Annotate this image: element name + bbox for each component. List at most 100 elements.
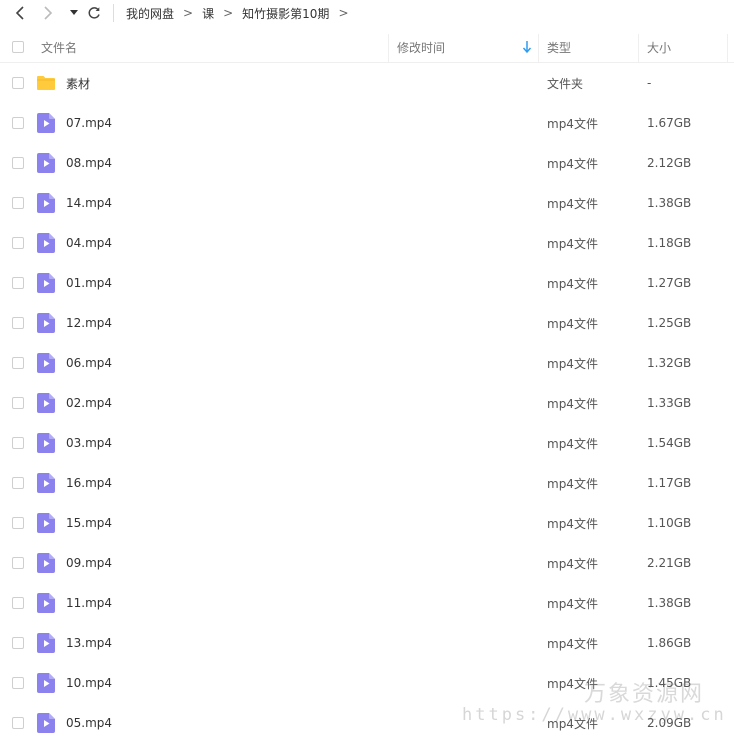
- file-size: 1.38GB: [647, 196, 692, 210]
- file-row[interactable]: 素材 文件夹 -: [0, 63, 734, 103]
- file-type: mp4文件: [547, 396, 598, 411]
- video-file-icon: [37, 153, 55, 173]
- row-checkbox[interactable]: [12, 557, 24, 569]
- file-name[interactable]: 10.mp4: [66, 663, 112, 703]
- file-type: mp4文件: [547, 316, 598, 331]
- row-checkbox[interactable]: [12, 397, 24, 409]
- file-type: mp4文件: [547, 116, 598, 131]
- file-row[interactable]: 08.mp4 mp4文件 2.12GB: [0, 143, 734, 183]
- video-file-icon: [37, 433, 55, 453]
- video-file-icon: [37, 193, 55, 213]
- row-checkbox[interactable]: [12, 277, 24, 289]
- refresh-icon: [88, 7, 100, 19]
- forward-button[interactable]: [38, 3, 58, 23]
- row-checkbox[interactable]: [12, 637, 24, 649]
- file-name[interactable]: 12.mp4: [66, 303, 112, 343]
- row-checkbox[interactable]: [12, 237, 24, 249]
- file-size: 1.25GB: [647, 316, 692, 330]
- breadcrumb-separator: >: [338, 6, 349, 20]
- file-name[interactable]: 01.mp4: [66, 263, 112, 303]
- file-size: 1.67GB: [647, 116, 692, 130]
- breadcrumb-item[interactable]: 课: [202, 5, 214, 22]
- watermark-title: 万象资源网: [584, 682, 705, 707]
- video-file-icon: [37, 553, 55, 573]
- file-row[interactable]: 07.mp4 mp4文件 1.67GB: [0, 103, 734, 143]
- file-size: 1.17GB: [647, 476, 692, 490]
- column-divider: [388, 34, 389, 62]
- caret-down-icon: [70, 10, 78, 15]
- file-size: 1.10GB: [647, 516, 692, 530]
- file-name[interactable]: 素材: [66, 63, 90, 103]
- select-all-checkbox[interactable]: [12, 41, 24, 53]
- file-name[interactable]: 07.mp4: [66, 103, 112, 143]
- file-name[interactable]: 13.mp4: [66, 623, 112, 663]
- video-file-icon: [37, 673, 55, 693]
- file-row[interactable]: 01.mp4 mp4文件 1.27GB: [0, 263, 734, 303]
- file-row[interactable]: 13.mp4 mp4文件 1.86GB: [0, 623, 734, 663]
- row-checkbox[interactable]: [12, 437, 24, 449]
- file-list-header: 文件名 修改时间 类型 大小: [0, 32, 734, 63]
- row-checkbox[interactable]: [12, 197, 24, 209]
- file-type: mp4文件: [547, 516, 598, 531]
- file-name[interactable]: 04.mp4: [66, 223, 112, 263]
- video-file-icon: [37, 313, 55, 333]
- row-checkbox[interactable]: [12, 597, 24, 609]
- video-file-icon: [37, 513, 55, 533]
- file-name[interactable]: 16.mp4: [66, 463, 112, 503]
- row-checkbox[interactable]: [12, 717, 24, 729]
- file-row[interactable]: 14.mp4 mp4文件 1.38GB: [0, 183, 734, 223]
- video-file-icon: [37, 273, 55, 293]
- file-row[interactable]: 02.mp4 mp4文件 1.33GB: [0, 383, 734, 423]
- toolbar: 我的网盘 > 课 > 知竹摄影第10期 >: [0, 0, 734, 26]
- chevron-right-icon: [44, 6, 53, 20]
- breadcrumb-item[interactable]: 知竹摄影第10期: [242, 5, 329, 22]
- file-row[interactable]: 06.mp4 mp4文件 1.32GB: [0, 343, 734, 383]
- breadcrumb-item[interactable]: 我的网盘: [126, 5, 174, 22]
- sort-descending-icon[interactable]: [521, 40, 533, 54]
- column-header-type[interactable]: 类型: [547, 32, 571, 62]
- file-type: mp4文件: [547, 476, 598, 491]
- row-checkbox[interactable]: [12, 317, 24, 329]
- file-name[interactable]: 11.mp4: [66, 583, 112, 623]
- row-checkbox[interactable]: [12, 477, 24, 489]
- file-name[interactable]: 08.mp4: [66, 143, 112, 183]
- file-type: mp4文件: [547, 196, 598, 211]
- file-size: 1.18GB: [647, 236, 692, 250]
- folder-icon: [37, 76, 55, 90]
- file-size: 1.27GB: [647, 276, 692, 290]
- column-divider: [538, 34, 539, 62]
- file-name[interactable]: 09.mp4: [66, 543, 112, 583]
- file-row[interactable]: 16.mp4 mp4文件 1.17GB: [0, 463, 734, 503]
- video-file-icon: [37, 633, 55, 653]
- refresh-button[interactable]: [84, 3, 104, 23]
- file-row[interactable]: 11.mp4 mp4文件 1.38GB: [0, 583, 734, 623]
- file-row[interactable]: 09.mp4 mp4文件 2.21GB: [0, 543, 734, 583]
- file-type: mp4文件: [547, 596, 598, 611]
- row-checkbox[interactable]: [12, 357, 24, 369]
- file-size: 1.38GB: [647, 596, 692, 610]
- column-header-modified[interactable]: 修改时间: [397, 32, 445, 62]
- column-header-size[interactable]: 大小: [647, 32, 671, 62]
- row-checkbox[interactable]: [12, 517, 24, 529]
- column-header-name[interactable]: 文件名: [41, 32, 77, 62]
- file-row[interactable]: 04.mp4 mp4文件 1.18GB: [0, 223, 734, 263]
- row-checkbox[interactable]: [12, 157, 24, 169]
- file-row[interactable]: 03.mp4 mp4文件 1.54GB: [0, 423, 734, 463]
- file-name[interactable]: 06.mp4: [66, 343, 112, 383]
- history-dropdown-button[interactable]: [64, 3, 84, 23]
- row-checkbox[interactable]: [12, 677, 24, 689]
- file-row[interactable]: 12.mp4 mp4文件 1.25GB: [0, 303, 734, 343]
- file-name[interactable]: 15.mp4: [66, 503, 112, 543]
- file-row[interactable]: 15.mp4 mp4文件 1.10GB: [0, 503, 734, 543]
- file-size: 2.21GB: [647, 556, 692, 570]
- file-name[interactable]: 05.mp4: [66, 703, 112, 743]
- video-file-icon: [37, 233, 55, 253]
- file-name[interactable]: 03.mp4: [66, 423, 112, 463]
- row-checkbox[interactable]: [12, 117, 24, 129]
- file-name[interactable]: 14.mp4: [66, 183, 112, 223]
- file-name[interactable]: 02.mp4: [66, 383, 112, 423]
- row-checkbox[interactable]: [12, 77, 24, 89]
- toolbar-divider: [113, 4, 114, 22]
- file-type: mp4文件: [547, 236, 598, 251]
- back-button[interactable]: [10, 3, 30, 23]
